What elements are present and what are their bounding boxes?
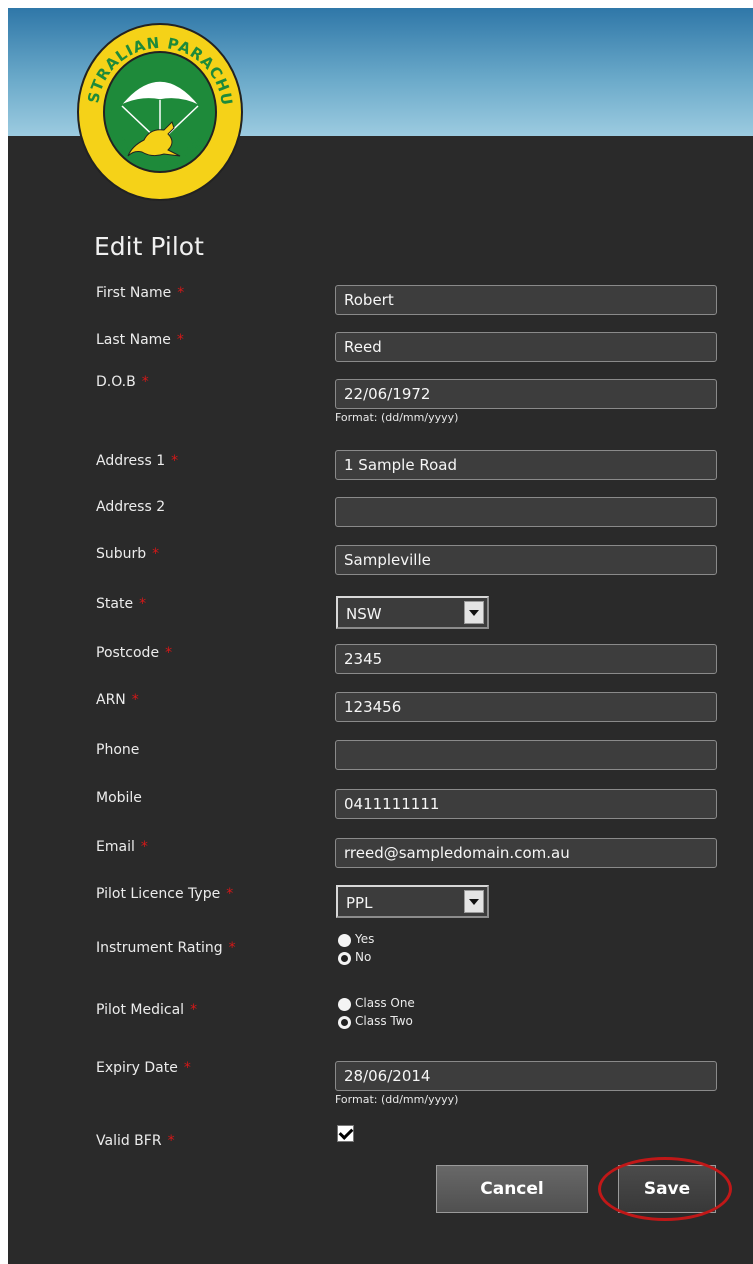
address1-input[interactable]: 1 Sample Road	[335, 450, 717, 480]
last-name-input[interactable]: Reed	[335, 332, 717, 362]
mobile-label: Mobile	[96, 790, 142, 806]
pilot-medical-class-two-radio[interactable]	[338, 1016, 351, 1029]
phone-input[interactable]	[335, 740, 717, 770]
pilot-medical-class-two-label: Class Two	[355, 1014, 413, 1028]
dob-format-hint: Format: (dd/mm/yyyy)	[335, 411, 459, 424]
instrument-rating-yes-radio[interactable]	[338, 934, 351, 947]
address1-label: Address 1 *	[96, 453, 179, 469]
email-input[interactable]: rreed@sampledomain.com.au	[335, 838, 717, 868]
dob-label: D.O.B *	[96, 374, 149, 390]
expiry-date-input[interactable]: 28/06/2014	[335, 1061, 717, 1091]
suburb-input[interactable]: Sampleville	[335, 545, 717, 575]
instrument-rating-no-radio[interactable]	[338, 952, 351, 965]
first-name-label: First Name *	[96, 285, 185, 301]
last-name-label: Last Name *	[96, 332, 184, 348]
state-select-value: NSW	[346, 605, 382, 623]
instrument-rating-label: Instrument Rating *	[96, 940, 236, 956]
dob-input[interactable]: 22/06/1972	[335, 379, 717, 409]
page-frame: AUSTRALIAN PARACHUTE FEDERATION Edit Pil…	[8, 8, 753, 1264]
page-title: Edit Pilot	[94, 232, 204, 261]
chevron-down-icon[interactable]	[464, 890, 484, 913]
instrument-rating-no-label: No	[355, 950, 372, 964]
phone-label: Phone	[96, 742, 140, 758]
chevron-down-icon[interactable]	[464, 601, 484, 624]
postcode-label: Postcode *	[96, 645, 173, 661]
address2-label: Address 2	[96, 499, 166, 515]
licence-type-select-value: PPL	[346, 894, 373, 912]
state-select[interactable]: NSW	[336, 596, 489, 629]
expiry-date-label: Expiry Date *	[96, 1060, 191, 1076]
valid-bfr-label: Valid BFR *	[96, 1133, 175, 1149]
apf-logo: AUSTRALIAN PARACHUTE FEDERATION	[76, 18, 243, 201]
instrument-rating-yes-label: Yes	[355, 932, 375, 946]
arn-input[interactable]: 123456	[335, 692, 717, 722]
first-name-input[interactable]: Robert	[335, 285, 717, 315]
licence-type-label: Pilot Licence Type *	[96, 886, 234, 902]
suburb-label: Suburb *	[96, 546, 160, 562]
valid-bfr-checkbox[interactable]	[337, 1125, 354, 1142]
pilot-medical-label: Pilot Medical *	[96, 1002, 198, 1018]
save-button[interactable]: Save	[618, 1165, 716, 1213]
licence-type-select[interactable]: PPL	[336, 885, 489, 918]
cancel-button[interactable]: Cancel	[436, 1165, 588, 1213]
state-label: State *	[96, 596, 147, 612]
postcode-input[interactable]: 2345	[335, 644, 717, 674]
address2-input[interactable]	[335, 497, 717, 527]
pilot-medical-class-one-label: Class One	[355, 996, 415, 1010]
pilot-medical-class-one-radio[interactable]	[338, 998, 351, 1011]
expiry-date-format-hint: Format: (dd/mm/yyyy)	[335, 1093, 459, 1106]
mobile-input[interactable]: 0411111111	[335, 789, 717, 819]
email-label: Email *	[96, 839, 148, 855]
arn-label: ARN *	[96, 692, 139, 708]
